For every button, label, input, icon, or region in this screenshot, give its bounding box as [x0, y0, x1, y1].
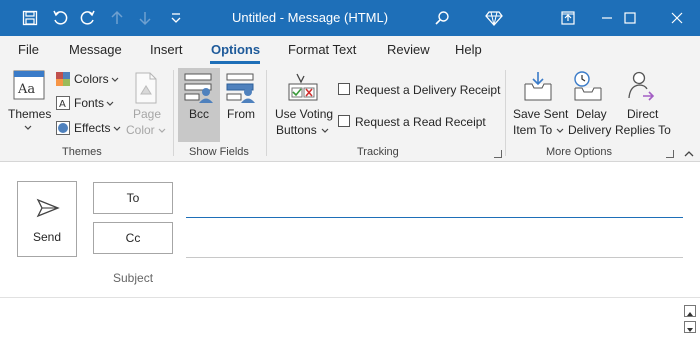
- svg-text:Aa: Aa: [17, 82, 35, 97]
- tab-file[interactable]: File: [18, 42, 39, 57]
- tab-format-text[interactable]: Format Text: [288, 42, 356, 57]
- group-separator: [173, 70, 174, 156]
- voting-buttons-icon: [288, 73, 318, 101]
- message-body-divider: [0, 297, 700, 298]
- chevron-down-icon: [106, 101, 114, 106]
- read-receipt-label: Request a Read Receipt: [355, 115, 486, 129]
- tracking-dialog-launcher[interactable]: [494, 150, 502, 158]
- menu-bar: File Message Insert Options Format Text …: [0, 36, 700, 64]
- send-icon: [36, 198, 60, 218]
- undo-icon[interactable]: [46, 0, 74, 36]
- previous-item-icon: [103, 0, 131, 36]
- send-button[interactable]: Send: [17, 181, 77, 257]
- close-icon[interactable]: [654, 0, 700, 36]
- effects-icon: [56, 121, 70, 135]
- direct-label-line2: Replies To: [615, 123, 671, 137]
- group-separator: [266, 70, 267, 156]
- direct-replies-icon: [628, 71, 655, 101]
- chevron-down-icon: [556, 128, 564, 133]
- subject-label: Subject: [113, 271, 154, 285]
- tab-options[interactable]: Options: [211, 42, 260, 57]
- scroll-up-button[interactable]: [684, 305, 696, 317]
- cc-button[interactable]: Cc: [93, 222, 173, 254]
- delay-delivery-icon: [574, 71, 602, 101]
- chevron-down-icon: [158, 128, 166, 133]
- themes-icon: Aa: [13, 70, 45, 100]
- from-field-icon: [226, 73, 255, 103]
- chevron-down-icon: [113, 126, 121, 131]
- compose-area: Send To Cc Subject: [0, 163, 700, 340]
- tab-help[interactable]: Help: [455, 42, 482, 57]
- svg-text:A: A: [59, 99, 66, 110]
- bcc-label: Bcc: [189, 107, 210, 121]
- voting-label-line2: Buttons: [276, 123, 317, 137]
- chevron-down-icon: [24, 125, 32, 130]
- effects-label: Effects: [74, 121, 111, 135]
- colors-label: Colors: [74, 72, 109, 86]
- chevron-down-icon: [321, 128, 329, 133]
- from-label: From: [227, 107, 255, 121]
- tab-review[interactable]: Review: [387, 42, 430, 57]
- page-color-label-line1: Page: [133, 107, 162, 121]
- save-sent-label-line2: Item To: [513, 123, 553, 137]
- cc-input[interactable]: [186, 257, 683, 258]
- fonts-icon: A: [56, 96, 70, 110]
- group-name-tracking: Tracking: [357, 146, 399, 158]
- delivery-receipt-label: Request a Delivery Receipt: [355, 83, 501, 97]
- chevron-down-icon: [111, 77, 119, 82]
- title-bar: Untitled - Message (HTML): [0, 0, 700, 36]
- bcc-field-icon: [184, 73, 213, 103]
- direct-label-line1: Direct: [627, 107, 659, 121]
- group-name-themes: Themes: [62, 146, 102, 158]
- to-input[interactable]: [186, 217, 683, 218]
- save-sent-label-line1: Save Sent: [513, 107, 569, 121]
- diamond-icon[interactable]: [480, 0, 508, 36]
- group-name-more-options: More Options: [546, 146, 613, 158]
- delay-label-line1: Delay: [576, 107, 607, 121]
- page-color-icon: [135, 72, 157, 104]
- group-name-show-fields: Show Fields: [189, 146, 249, 158]
- page-color-label-line2: Color: [126, 123, 155, 137]
- delay-label-line2: Delivery: [568, 123, 612, 137]
- next-item-icon: [131, 0, 159, 36]
- voting-label-line1: Use Voting: [275, 107, 334, 121]
- save-sent-item-icon: [524, 72, 552, 101]
- fonts-label: Fonts: [74, 96, 105, 110]
- save-icon[interactable]: [16, 0, 44, 36]
- search-icon[interactable]: [428, 0, 456, 36]
- to-button[interactable]: To: [93, 182, 173, 214]
- redo-icon[interactable]: [74, 0, 102, 36]
- maximize-icon[interactable]: [607, 0, 653, 36]
- tab-message[interactable]: Message: [69, 42, 122, 57]
- read-receipt-checkbox[interactable]: [338, 115, 350, 127]
- group-separator: [505, 70, 506, 156]
- scroll-down-button[interactable]: [684, 321, 696, 333]
- send-label: Send: [32, 230, 62, 244]
- themes-label: Themes: [8, 107, 52, 121]
- ribbon: Aa Themes Colors A Fonts Effects Page Co…: [0, 64, 700, 162]
- tab-insert[interactable]: Insert: [150, 42, 183, 57]
- customize-quick-access-icon[interactable]: [162, 0, 190, 36]
- collapse-ribbon-icon[interactable]: [684, 150, 694, 157]
- window-title: Untitled - Message (HTML): [232, 10, 389, 25]
- colors-icon: [56, 72, 70, 86]
- more-options-dialog-launcher[interactable]: [666, 150, 674, 158]
- delivery-receipt-checkbox[interactable]: [338, 83, 350, 95]
